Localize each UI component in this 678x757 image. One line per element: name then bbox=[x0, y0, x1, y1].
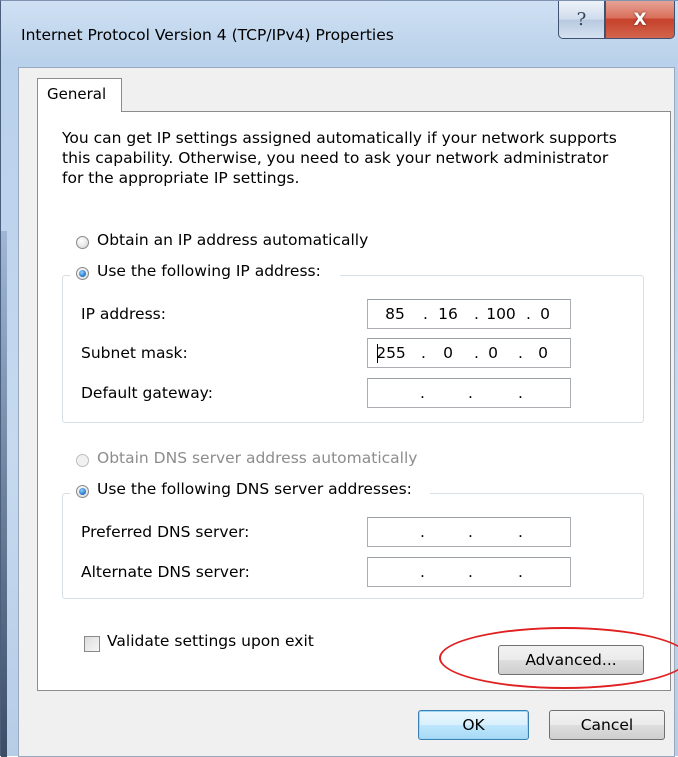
ip-auto-radio[interactable] bbox=[76, 236, 89, 249]
octet: 100 bbox=[486, 305, 516, 323]
octet-separator: . bbox=[468, 523, 473, 541]
tab-panel-general: You can get IP settings assigned automat… bbox=[37, 111, 671, 691]
alternate-dns-label: Alternate DNS server: bbox=[81, 563, 250, 581]
octet: 0 bbox=[540, 305, 550, 323]
ip-address-field[interactable]: 85 . 16 . 100 . 0 bbox=[367, 299, 571, 329]
intro-line: this capability. Otherwise, you need to … bbox=[62, 149, 609, 167]
octet: 16 bbox=[438, 305, 458, 323]
dns-manual-radio[interactable] bbox=[76, 485, 89, 498]
dns-auto-radio[interactable] bbox=[76, 454, 89, 467]
window-edge bbox=[1, 231, 7, 757]
octet: 255 bbox=[376, 344, 406, 362]
ip-manual-label[interactable]: Use the following IP address: bbox=[97, 262, 321, 280]
alternate-dns-field[interactable]: . . . bbox=[367, 557, 571, 587]
ok-button[interactable]: OK bbox=[418, 710, 529, 740]
octet: 0 bbox=[538, 344, 548, 362]
octet: 85 bbox=[385, 305, 405, 323]
dns-manual-label[interactable]: Use the following DNS server addresses: bbox=[97, 480, 412, 498]
dns-auto-label[interactable]: Obtain DNS server address automatically bbox=[97, 449, 417, 467]
octet: 0 bbox=[488, 344, 498, 362]
ip-auto-label[interactable]: Obtain an IP address automatically bbox=[97, 231, 368, 249]
preferred-dns-label: Preferred DNS server: bbox=[81, 523, 250, 541]
ip-manual-radio[interactable] bbox=[76, 267, 89, 280]
octet-separator: . bbox=[421, 344, 426, 362]
intro-text: You can get IP settings assigned automat… bbox=[62, 128, 662, 188]
preferred-dns-field[interactable]: . . . bbox=[367, 517, 571, 547]
octet-separator: . bbox=[468, 384, 473, 402]
title-bar[interactable]: Internet Protocol Version 4 (TCP/IPv4) P… bbox=[1, 1, 678, 67]
octet: 0 bbox=[443, 344, 453, 362]
octet-separator: . bbox=[518, 523, 523, 541]
tab-general-label: General bbox=[47, 85, 107, 103]
advanced-button[interactable]: Advanced... bbox=[498, 645, 644, 675]
tab-general[interactable]: General bbox=[37, 78, 122, 112]
dialog-window: Internet Protocol Version 4 (TCP/IPv4) P… bbox=[0, 0, 678, 757]
default-gateway-field[interactable]: . . . bbox=[367, 378, 571, 408]
cancel-button[interactable]: Cancel bbox=[549, 710, 665, 740]
close-icon: X bbox=[633, 9, 647, 30]
ip-address-label: IP address: bbox=[81, 305, 166, 323]
help-icon: ? bbox=[576, 9, 587, 30]
octet-separator: . bbox=[518, 384, 523, 402]
help-button[interactable]: ? bbox=[558, 1, 605, 39]
intro-line: You can get IP settings assigned automat… bbox=[62, 129, 617, 147]
octet-separator: . bbox=[423, 305, 428, 323]
subnet-mask-label: Subnet mask: bbox=[81, 344, 188, 362]
intro-line: for the appropriate IP settings. bbox=[62, 169, 300, 187]
octet-separator: . bbox=[468, 563, 473, 581]
validate-label[interactable]: Validate settings upon exit bbox=[107, 632, 314, 650]
octet-separator: . bbox=[420, 523, 425, 541]
octet-separator: . bbox=[518, 344, 523, 362]
octet-separator: . bbox=[420, 563, 425, 581]
validate-checkbox[interactable] bbox=[84, 636, 100, 652]
dialog-client-area: General You can get IP settings assigned… bbox=[18, 67, 675, 757]
octet-separator: . bbox=[518, 563, 523, 581]
window-title: Internet Protocol Version 4 (TCP/IPv4) P… bbox=[21, 26, 394, 44]
default-gateway-label: Default gateway: bbox=[81, 384, 213, 402]
subnet-mask-field[interactable]: 255 . 0 . 0 . 0 bbox=[367, 338, 571, 368]
octet-separator: . bbox=[474, 305, 479, 323]
octet-separator: . bbox=[420, 384, 425, 402]
close-button[interactable]: X bbox=[605, 1, 675, 39]
